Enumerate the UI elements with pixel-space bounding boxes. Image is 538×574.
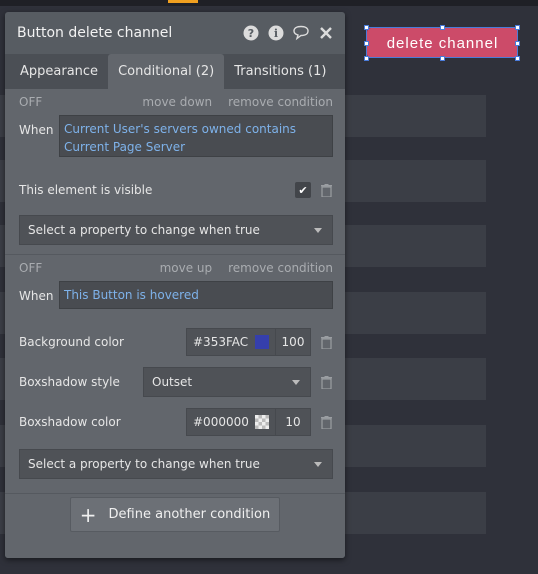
canvas-delete-channel-button[interactable]: delete channel [367,28,518,58]
boxshadow-color-input[interactable]: #000000 10 [186,408,311,436]
color-hex[interactable]: #000000 [187,415,255,429]
svg-text:?: ? [248,27,254,40]
color-swatch[interactable] [255,335,269,349]
resize-handle[interactable] [515,56,520,61]
tab-conditional[interactable]: Conditional (2) [108,54,225,89]
svg-text:i: i [274,27,278,40]
property-label: Boxshadow style [19,375,120,389]
define-button-label: Define another condition [108,507,271,522]
condition-state[interactable]: OFF [19,261,144,275]
panel-title: Button delete channel [17,25,173,41]
property-row: This element is visible ✔ [19,175,333,205]
comment-icon[interactable] [292,24,310,42]
canvas-accent-marker [168,0,198,3]
move-up-link[interactable]: move up [160,261,213,275]
tab-appearance[interactable]: Appearance [10,54,108,89]
plus-icon: + [79,502,97,527]
trash-icon[interactable] [319,415,333,429]
remove-condition-link[interactable]: remove condition [228,261,333,275]
resize-handle[interactable] [364,56,369,61]
property-select[interactable]: Select a property to change when true [19,215,333,245]
condition-expression[interactable]: Current User's servers owned contains Cu… [59,115,333,157]
when-row: When This Button is hovered [19,281,333,309]
resize-handle[interactable] [515,41,520,46]
tab-bar: Appearance Conditional (2) Transitions (… [5,54,345,89]
select-placeholder: Select a property to change when true [28,223,260,237]
condition-meta: OFF move up remove condition [19,255,333,281]
when-row: When Current User's servers owned contai… [19,115,333,157]
when-label: When [19,123,54,137]
select-value: Outset [152,375,193,389]
info-icon[interactable]: i [267,24,285,42]
condition-expression[interactable]: This Button is hovered [59,281,333,309]
property-row: Boxshadow color #000000 10 [19,407,333,437]
property-select[interactable]: Select a property to change when true [19,449,333,479]
when-label: When [19,289,54,303]
trash-icon[interactable] [319,335,333,349]
property-label: Boxshadow color [19,415,121,429]
panel-header: Button delete channel ? i [5,12,345,54]
trash-icon[interactable] [319,375,333,389]
property-label: This element is visible [19,183,153,197]
opacity-input[interactable]: 10 [275,408,310,436]
chevron-down-icon [314,228,322,233]
boxshadow-style-select[interactable]: Outset [143,367,311,397]
tab-transitions[interactable]: Transitions (1) [224,54,336,89]
chevron-down-icon [314,462,322,467]
condition-meta: OFF move down remove condition [19,89,333,115]
opacity-input[interactable]: 100 [275,328,310,356]
resize-handle[interactable] [440,56,445,61]
resize-handle[interactable] [364,25,369,30]
select-placeholder: Select a property to change when true [28,457,260,471]
condition-state[interactable]: OFF [19,95,126,109]
checkbox[interactable]: ✔ [295,182,311,198]
property-row: Background color #353FAC 100 [19,327,333,357]
define-another-condition-button[interactable]: + Define another condition [70,497,280,532]
property-editor-panel: Button delete channel ? i Appearance Con… [5,12,345,558]
color-hex[interactable]: #353FAC [187,335,255,349]
resize-handle[interactable] [515,25,520,30]
background-color-input[interactable]: #353FAC 100 [186,328,311,356]
canvas-top-strip [0,0,538,6]
help-icon[interactable]: ? [242,24,260,42]
remove-condition-link[interactable]: remove condition [228,95,333,109]
color-swatch[interactable] [255,415,269,429]
resize-handle[interactable] [440,25,445,30]
chevron-down-icon [292,380,300,385]
conditions-body: OFF move down remove condition When Curr… [5,89,345,558]
move-down-link[interactable]: move down [142,95,212,109]
close-icon[interactable] [317,24,335,42]
property-label: Background color [19,335,124,349]
condition-divider [5,493,345,494]
property-row: Boxshadow style Outset [19,367,333,397]
resize-handle[interactable] [364,41,369,46]
trash-icon[interactable] [319,183,333,197]
